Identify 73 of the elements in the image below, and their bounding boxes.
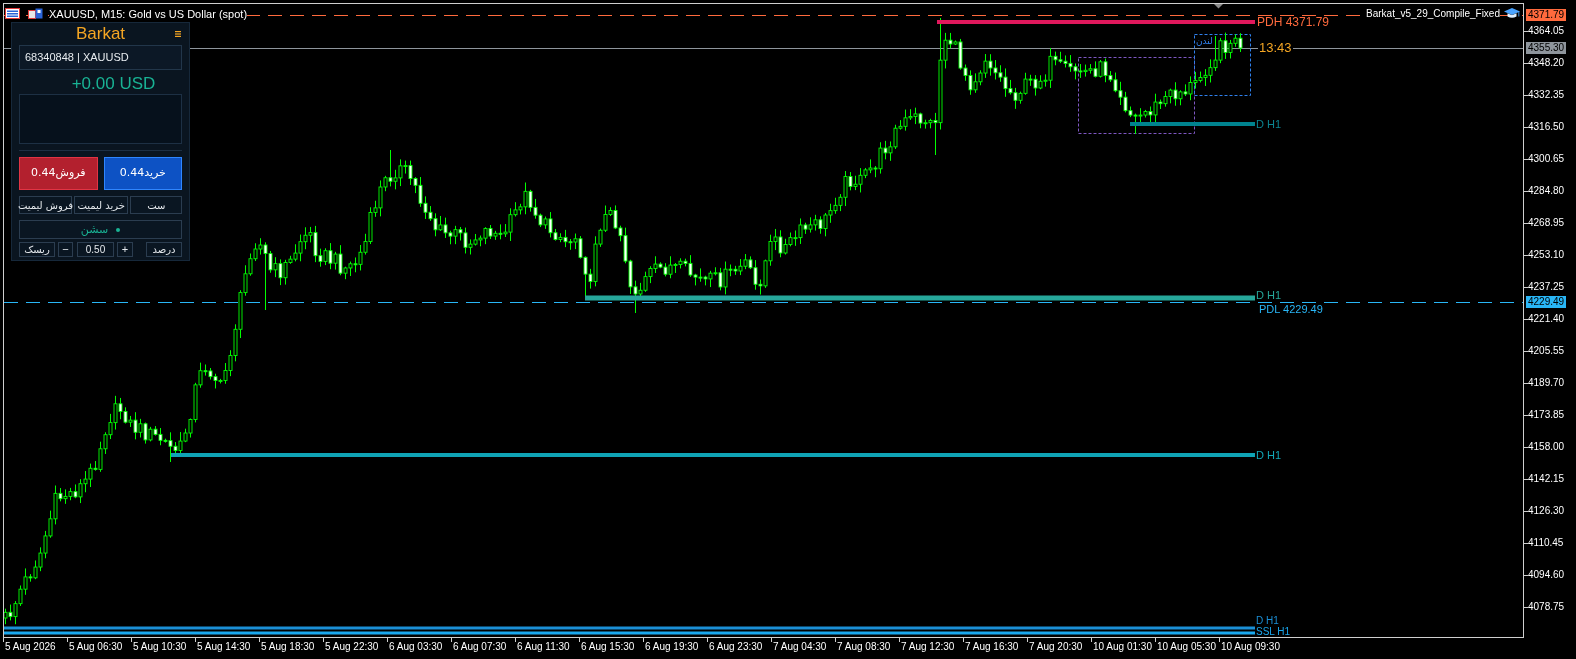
level-label: D H1	[1256, 290, 1282, 301]
time-label: 6 Aug 11:30	[517, 641, 570, 653]
percent-button[interactable]: درصد	[146, 242, 182, 257]
price-tag: 4355.30	[1526, 42, 1567, 54]
minus-button[interactable]: −	[58, 242, 73, 257]
level-label: SSL H1	[1256, 627, 1291, 637]
price-label: 4110.45	[1528, 537, 1564, 549]
price-label: 4142.15	[1528, 473, 1565, 485]
time-label: 7 Aug 20:30	[1029, 641, 1083, 653]
price-label: 4284.80	[1528, 185, 1565, 197]
set-button[interactable]: ست	[130, 196, 182, 214]
chart-title: XAUUSD, M15: Gold vs US Dollar (spot)	[49, 8, 248, 20]
indicator-name: Barkat_v5_29_Compile_Fixed	[1366, 8, 1500, 20]
buy-button[interactable]: خرید0.44	[103, 157, 182, 190]
level-label: PDH 4371.79	[1257, 16, 1330, 28]
buy-limit-button[interactable]: خرید لیمیت	[74, 196, 129, 214]
panel-title: Barkat	[75, 24, 126, 44]
time-label: 6 Aug 19:30	[645, 641, 699, 653]
time-label: 7 Aug 08:30	[837, 641, 891, 653]
price-label: 4316.50	[1528, 121, 1565, 133]
level-label: D H1	[1256, 449, 1282, 461]
price-tag: 4229.49	[1526, 296, 1567, 308]
price-label: 4078.75	[1528, 601, 1565, 613]
menu-icon[interactable]	[175, 31, 181, 37]
level-label: D H1	[1256, 616, 1279, 626]
price-label: 4268.95	[1528, 217, 1565, 229]
time-label: 5 Aug 22:30	[325, 641, 379, 653]
price-label: 4158.00	[1528, 441, 1565, 453]
price-label: 4126.30	[1528, 505, 1565, 517]
sell-button[interactable]: فروش0.44	[19, 157, 98, 190]
price-label: 4205.55	[1528, 345, 1565, 357]
price-label: 4189.70	[1528, 377, 1565, 389]
session-button[interactable]: سشن	[19, 220, 182, 239]
level-label: D H1	[1256, 118, 1282, 130]
price-label: 4253.10	[1528, 249, 1565, 261]
graduation-cap-icon	[1504, 8, 1520, 19]
price-tag: 4371.79	[1526, 9, 1567, 21]
price-label: 4348.20	[1528, 57, 1565, 69]
time-label: 10 Aug 09:30	[1221, 641, 1280, 653]
time-label: 5 Aug 14:30	[197, 641, 251, 653]
document-icon	[28, 8, 43, 19]
price-label: 4300.65	[1528, 153, 1565, 165]
price-label: 4237.25	[1528, 281, 1565, 293]
profit-text: +0.00 USD	[71, 74, 156, 94]
price-label: 4332.35	[1528, 89, 1565, 101]
session-label: لندن	[1196, 36, 1213, 46]
triangle-marker-icon	[1214, 4, 1223, 9]
price-label: 4173.85	[1528, 409, 1565, 421]
time-label: 5 Aug 06:30	[69, 641, 123, 653]
bar-timer: 13:43	[1258, 41, 1293, 55]
time-label: 6 Aug 03:30	[389, 641, 443, 653]
status-dot-icon	[116, 227, 121, 232]
lot-field[interactable]: 0.50	[77, 242, 114, 257]
risk-button[interactable]: ریسک	[19, 242, 55, 257]
time-label: 10 Aug 01:30	[1093, 641, 1152, 653]
time-label: 6 Aug 07:30	[453, 641, 507, 653]
time-label: 7 Aug 16:30	[965, 641, 1019, 653]
time-label: 5 Aug 18:30	[261, 641, 315, 653]
level-label: PDL 4229.49	[1259, 304, 1323, 315]
time-label: 7 Aug 04:30	[773, 641, 827, 653]
time-label: 6 Aug 23:30	[709, 641, 763, 653]
price-label: 4094.60	[1528, 569, 1565, 581]
table-icon	[5, 8, 20, 19]
price-label: 4364.05	[1528, 25, 1565, 37]
time-label: 7 Aug 12:30	[901, 641, 955, 653]
price-label: 4221.40	[1528, 313, 1565, 325]
plus-button[interactable]: +	[117, 242, 133, 257]
time-label: 6 Aug 15:30	[581, 641, 635, 653]
time-label: 5 Aug 10:30	[133, 641, 187, 653]
sell-limit-button[interactable]: فروش لیمیت	[19, 196, 72, 214]
time-label: 5 Aug 2026	[5, 641, 56, 653]
time-label: 10 Aug 05:30	[1157, 641, 1216, 653]
account-field: 68340848 | XAUUSD	[19, 45, 182, 70]
